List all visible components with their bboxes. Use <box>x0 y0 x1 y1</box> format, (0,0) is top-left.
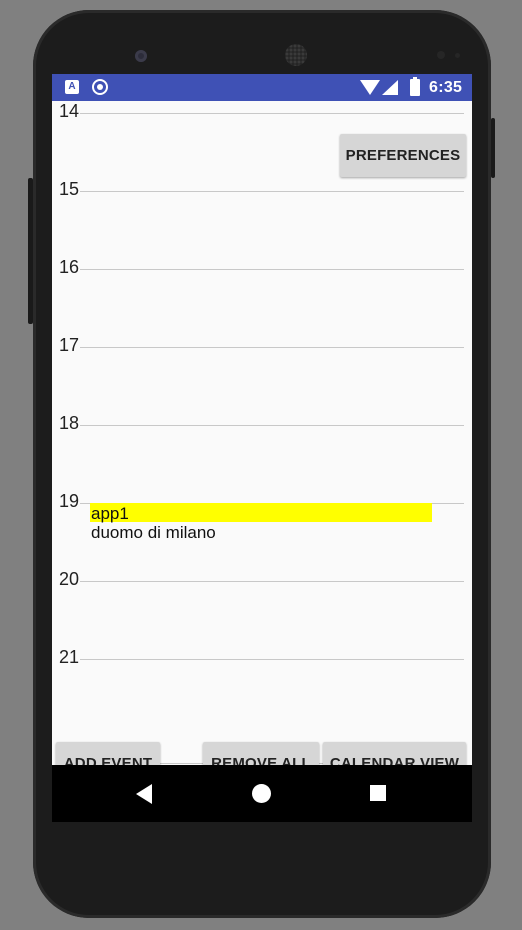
hour-label: 14 <box>59 101 80 121</box>
hour-label: 17 <box>59 335 80 355</box>
hour-row: 15 <box>52 179 472 209</box>
add-event-button[interactable]: ADD EVENT <box>56 742 160 765</box>
hour-divider <box>80 347 464 348</box>
hour-label: 15 <box>59 179 80 199</box>
hour-divider <box>80 191 464 192</box>
light-sensor <box>455 53 460 58</box>
hour-row: 16 <box>52 257 472 287</box>
hour-row: 17 <box>52 335 472 365</box>
hour-label: 16 <box>59 257 80 277</box>
hour-row: 21 <box>52 647 472 677</box>
event-title[interactable]: app1 <box>91 504 129 524</box>
home-icon[interactable] <box>252 784 271 803</box>
hour-divider <box>80 269 464 270</box>
wifi-icon <box>360 80 380 95</box>
earpiece-speaker <box>285 44 307 66</box>
day-view[interactable]: 14 15 16 17 18 19 20 21 app1 duomo di mi… <box>52 101 472 765</box>
calendar-view-button[interactable]: CALENDAR VIEW <box>323 742 466 765</box>
front-camera <box>135 50 147 62</box>
hour-divider <box>80 659 464 660</box>
hour-row: 14 <box>52 101 472 131</box>
status-time: 6:35 <box>429 79 463 96</box>
event-item[interactable] <box>90 503 432 522</box>
preferences-button[interactable]: PREFERENCES <box>340 134 466 177</box>
remove-all-button[interactable]: REMOVE ALL <box>203 742 319 765</box>
status-bar: A 6:35 <box>52 74 472 101</box>
hour-divider <box>80 581 464 582</box>
recents-icon[interactable] <box>370 785 386 801</box>
hour-divider <box>80 113 464 114</box>
navigation-bar <box>52 765 472 822</box>
volume-rocker <box>28 178 33 324</box>
hour-label: 19 <box>59 491 80 511</box>
power-button <box>491 118 495 178</box>
proximity-sensor <box>437 51 445 59</box>
cell-signal-icon <box>382 80 398 95</box>
hour-row: 18 <box>52 413 472 443</box>
event-location: duomo di milano <box>91 523 216 542</box>
circle-icon <box>92 79 108 95</box>
app-screen: A 6:35 14 15 16 17 18 19 20 21 app1 duom… <box>52 74 472 822</box>
hour-divider <box>80 425 464 426</box>
hour-label: 21 <box>59 647 80 667</box>
back-icon[interactable] <box>136 784 152 804</box>
hour-label: 20 <box>59 569 80 589</box>
hour-row: 20 <box>52 569 472 599</box>
battery-icon <box>410 77 420 96</box>
hour-label: 18 <box>59 413 80 433</box>
a-box-icon: A <box>65 80 79 94</box>
